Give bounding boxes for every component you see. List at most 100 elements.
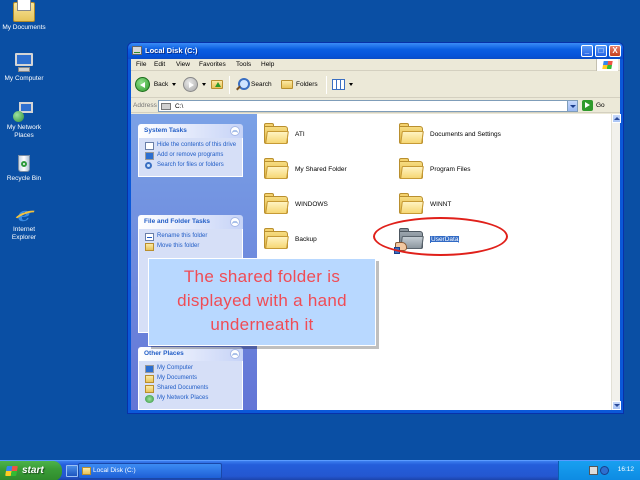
tutorial-callout: The shared folder is displayed with a ha… bbox=[148, 258, 376, 346]
menu-favorites[interactable]: Favorites bbox=[199, 61, 226, 68]
callout-line: underneath it bbox=[210, 315, 314, 334]
menu-view[interactable]: View bbox=[176, 61, 190, 68]
task-rename-folder[interactable]: Rename this folder bbox=[145, 233, 238, 241]
folders-button[interactable]: Folders bbox=[281, 77, 318, 93]
panel-title: System Tasks bbox=[144, 127, 187, 134]
collapse-chevron-icon[interactable]: ︽ bbox=[230, 126, 240, 136]
place-label: My Computer bbox=[157, 365, 194, 371]
scroll-up-button[interactable] bbox=[612, 114, 621, 123]
quick-launch-icon[interactable] bbox=[66, 465, 78, 477]
scroll-down-button[interactable] bbox=[612, 401, 621, 410]
desktop-icon-my-computer[interactable]: My Computer bbox=[0, 53, 48, 83]
vertical-scrollbar[interactable] bbox=[611, 114, 621, 410]
title-bar[interactable]: Local Disk (C:) _ □ X bbox=[128, 43, 623, 59]
chevron-down-icon bbox=[201, 83, 206, 86]
taskbar-button-label: Local Disk (C:) bbox=[93, 467, 136, 474]
place-my-network-places[interactable]: My Network Places bbox=[145, 395, 238, 403]
my-computer-icon bbox=[145, 365, 154, 373]
panel-body: My Computer My Documents Shared Document… bbox=[138, 361, 243, 410]
move-folder-icon bbox=[145, 243, 154, 251]
other-places-panel: Other Places ︽ My Computer My Documents … bbox=[138, 347, 243, 410]
internet-explorer-icon: e bbox=[13, 204, 35, 224]
back-button[interactable]: Back bbox=[135, 77, 177, 93]
explorer-window: Local Disk (C:) _ □ X File Edit View Fav… bbox=[127, 42, 624, 414]
task-search-files[interactable]: Search for files or folders bbox=[145, 162, 238, 169]
shared-documents-icon bbox=[145, 385, 154, 393]
task-add-remove-programs[interactable]: Add or remove programs bbox=[145, 152, 238, 160]
menu-edit[interactable]: Edit bbox=[154, 61, 165, 68]
desktop-icon-my-documents[interactable]: My Documents bbox=[0, 0, 48, 32]
views-button[interactable] bbox=[332, 77, 353, 93]
rename-icon bbox=[145, 233, 154, 241]
menu-help[interactable]: Help bbox=[261, 61, 274, 68]
clock[interactable]: 16:12 bbox=[618, 466, 634, 473]
close-button[interactable]: X bbox=[609, 45, 621, 57]
task-move-folder[interactable]: Move this folder bbox=[145, 243, 238, 251]
toolbar: Back Search Folders bbox=[131, 72, 620, 98]
back-label: Back bbox=[153, 81, 169, 89]
folder-name: WINNT bbox=[430, 201, 452, 208]
taskbar-button-local-disk[interactable]: Local Disk (C:) bbox=[78, 463, 222, 479]
chevron-down-icon bbox=[348, 82, 353, 86]
panel-header[interactable]: Other Places ︽ bbox=[138, 347, 243, 361]
go-arrow-icon bbox=[582, 100, 593, 111]
task-label: Add or remove programs bbox=[157, 152, 224, 158]
start-label: start bbox=[22, 465, 44, 476]
desktop-icon-internet-explorer[interactable]: e Internet Explorer bbox=[0, 204, 48, 242]
task-label: Hide the contents of this drive bbox=[157, 142, 237, 148]
place-shared-documents[interactable]: Shared Documents bbox=[145, 385, 238, 393]
address-bar: Address C:\ Go bbox=[131, 99, 620, 113]
address-label: Address bbox=[133, 102, 157, 109]
desktop-icon-label: My Documents bbox=[2, 24, 46, 31]
forward-button[interactable] bbox=[183, 77, 206, 93]
menu-bar: File Edit View Favorites Tools Help bbox=[131, 59, 620, 71]
minimize-button[interactable]: _ bbox=[581, 45, 593, 57]
folders-icon bbox=[281, 79, 293, 89]
windows-flag-icon bbox=[596, 59, 618, 71]
update-tray-icon[interactable] bbox=[600, 466, 609, 475]
place-label: My Documents bbox=[157, 375, 198, 381]
place-label: My Network Places bbox=[157, 395, 209, 401]
desktop-icon-network-places[interactable]: My Network Places bbox=[0, 102, 48, 140]
desktop-icon-label: Internet Explorer bbox=[11, 226, 37, 241]
up-button[interactable] bbox=[211, 77, 226, 93]
desktop-icon-label: My Network Places bbox=[6, 124, 42, 139]
menu-tools[interactable]: Tools bbox=[236, 61, 251, 68]
taskbar: start Local Disk (C:) EN 16:12 bbox=[0, 460, 640, 480]
folder-name: My Shared Folder bbox=[295, 166, 347, 173]
folder-name: WINDOWS bbox=[295, 201, 328, 208]
collapse-chevron-icon[interactable]: ︽ bbox=[230, 217, 240, 227]
system-tray: 16:12 bbox=[558, 461, 640, 480]
folders-label: Folders bbox=[296, 81, 318, 88]
recycle-bin-icon bbox=[13, 153, 35, 173]
maximize-button[interactable]: □ bbox=[595, 45, 607, 57]
document-icon bbox=[145, 142, 154, 150]
task-hide-drive-contents[interactable]: Hide the contents of this drive bbox=[145, 142, 238, 150]
address-dropdown-button[interactable] bbox=[567, 101, 577, 111]
address-input[interactable]: C:\ bbox=[158, 100, 578, 112]
folder-icon bbox=[264, 228, 290, 250]
place-my-documents[interactable]: My Documents bbox=[145, 375, 238, 383]
search-button[interactable]: Search bbox=[235, 77, 272, 93]
network-tray-icon[interactable] bbox=[589, 466, 598, 475]
panel-header[interactable]: System Tasks ︽ bbox=[138, 124, 243, 138]
desktop-icon-label: My Computer bbox=[4, 75, 44, 82]
folder-icon bbox=[264, 123, 290, 145]
panel-header[interactable]: File and Folder Tasks ︽ bbox=[138, 215, 243, 229]
desktop-icon-recycle-bin[interactable]: Recycle Bin bbox=[0, 153, 48, 183]
callout-line: The shared folder is bbox=[183, 267, 341, 286]
menu-file[interactable]: File bbox=[136, 61, 146, 68]
network-places-icon bbox=[145, 395, 154, 403]
start-button[interactable]: start bbox=[0, 461, 62, 480]
folder-name: Program Files bbox=[430, 166, 471, 173]
collapse-chevron-icon[interactable]: ︽ bbox=[230, 349, 240, 359]
my-documents-icon bbox=[13, 0, 35, 22]
place-my-computer[interactable]: My Computer bbox=[145, 365, 238, 373]
drive-icon bbox=[132, 46, 142, 55]
window-body: File Edit View Favorites Tools Help Back bbox=[131, 59, 621, 410]
system-tasks-panel: System Tasks ︽ Hide the contents of this… bbox=[138, 124, 243, 177]
network-places-icon bbox=[13, 102, 35, 122]
go-button[interactable]: Go bbox=[582, 100, 618, 112]
task-label: Move this folder bbox=[157, 243, 200, 249]
search-label: Search bbox=[251, 81, 272, 88]
